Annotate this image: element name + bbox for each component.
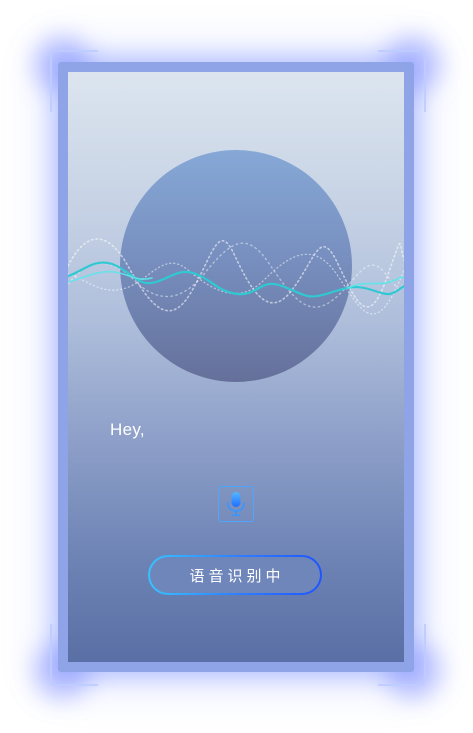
assistant-screen: Hey, 语音识别中 xyxy=(68,72,404,662)
waveform-dotted-line xyxy=(68,253,404,315)
waveform-dotted-line xyxy=(68,238,404,312)
device-frame: Hey, 语音识别中 xyxy=(58,62,414,672)
greeting-text: Hey, xyxy=(110,420,145,439)
recognition-status-label: 语音识别中 xyxy=(189,566,285,585)
voice-assistant-stage: Hey, 语音识别中 xyxy=(0,0,473,733)
recognition-status-button[interactable]: 语音识别中 xyxy=(148,555,322,595)
microphone-icon xyxy=(227,492,245,517)
microphone-button[interactable] xyxy=(218,486,254,522)
sound-waveform xyxy=(68,238,404,315)
